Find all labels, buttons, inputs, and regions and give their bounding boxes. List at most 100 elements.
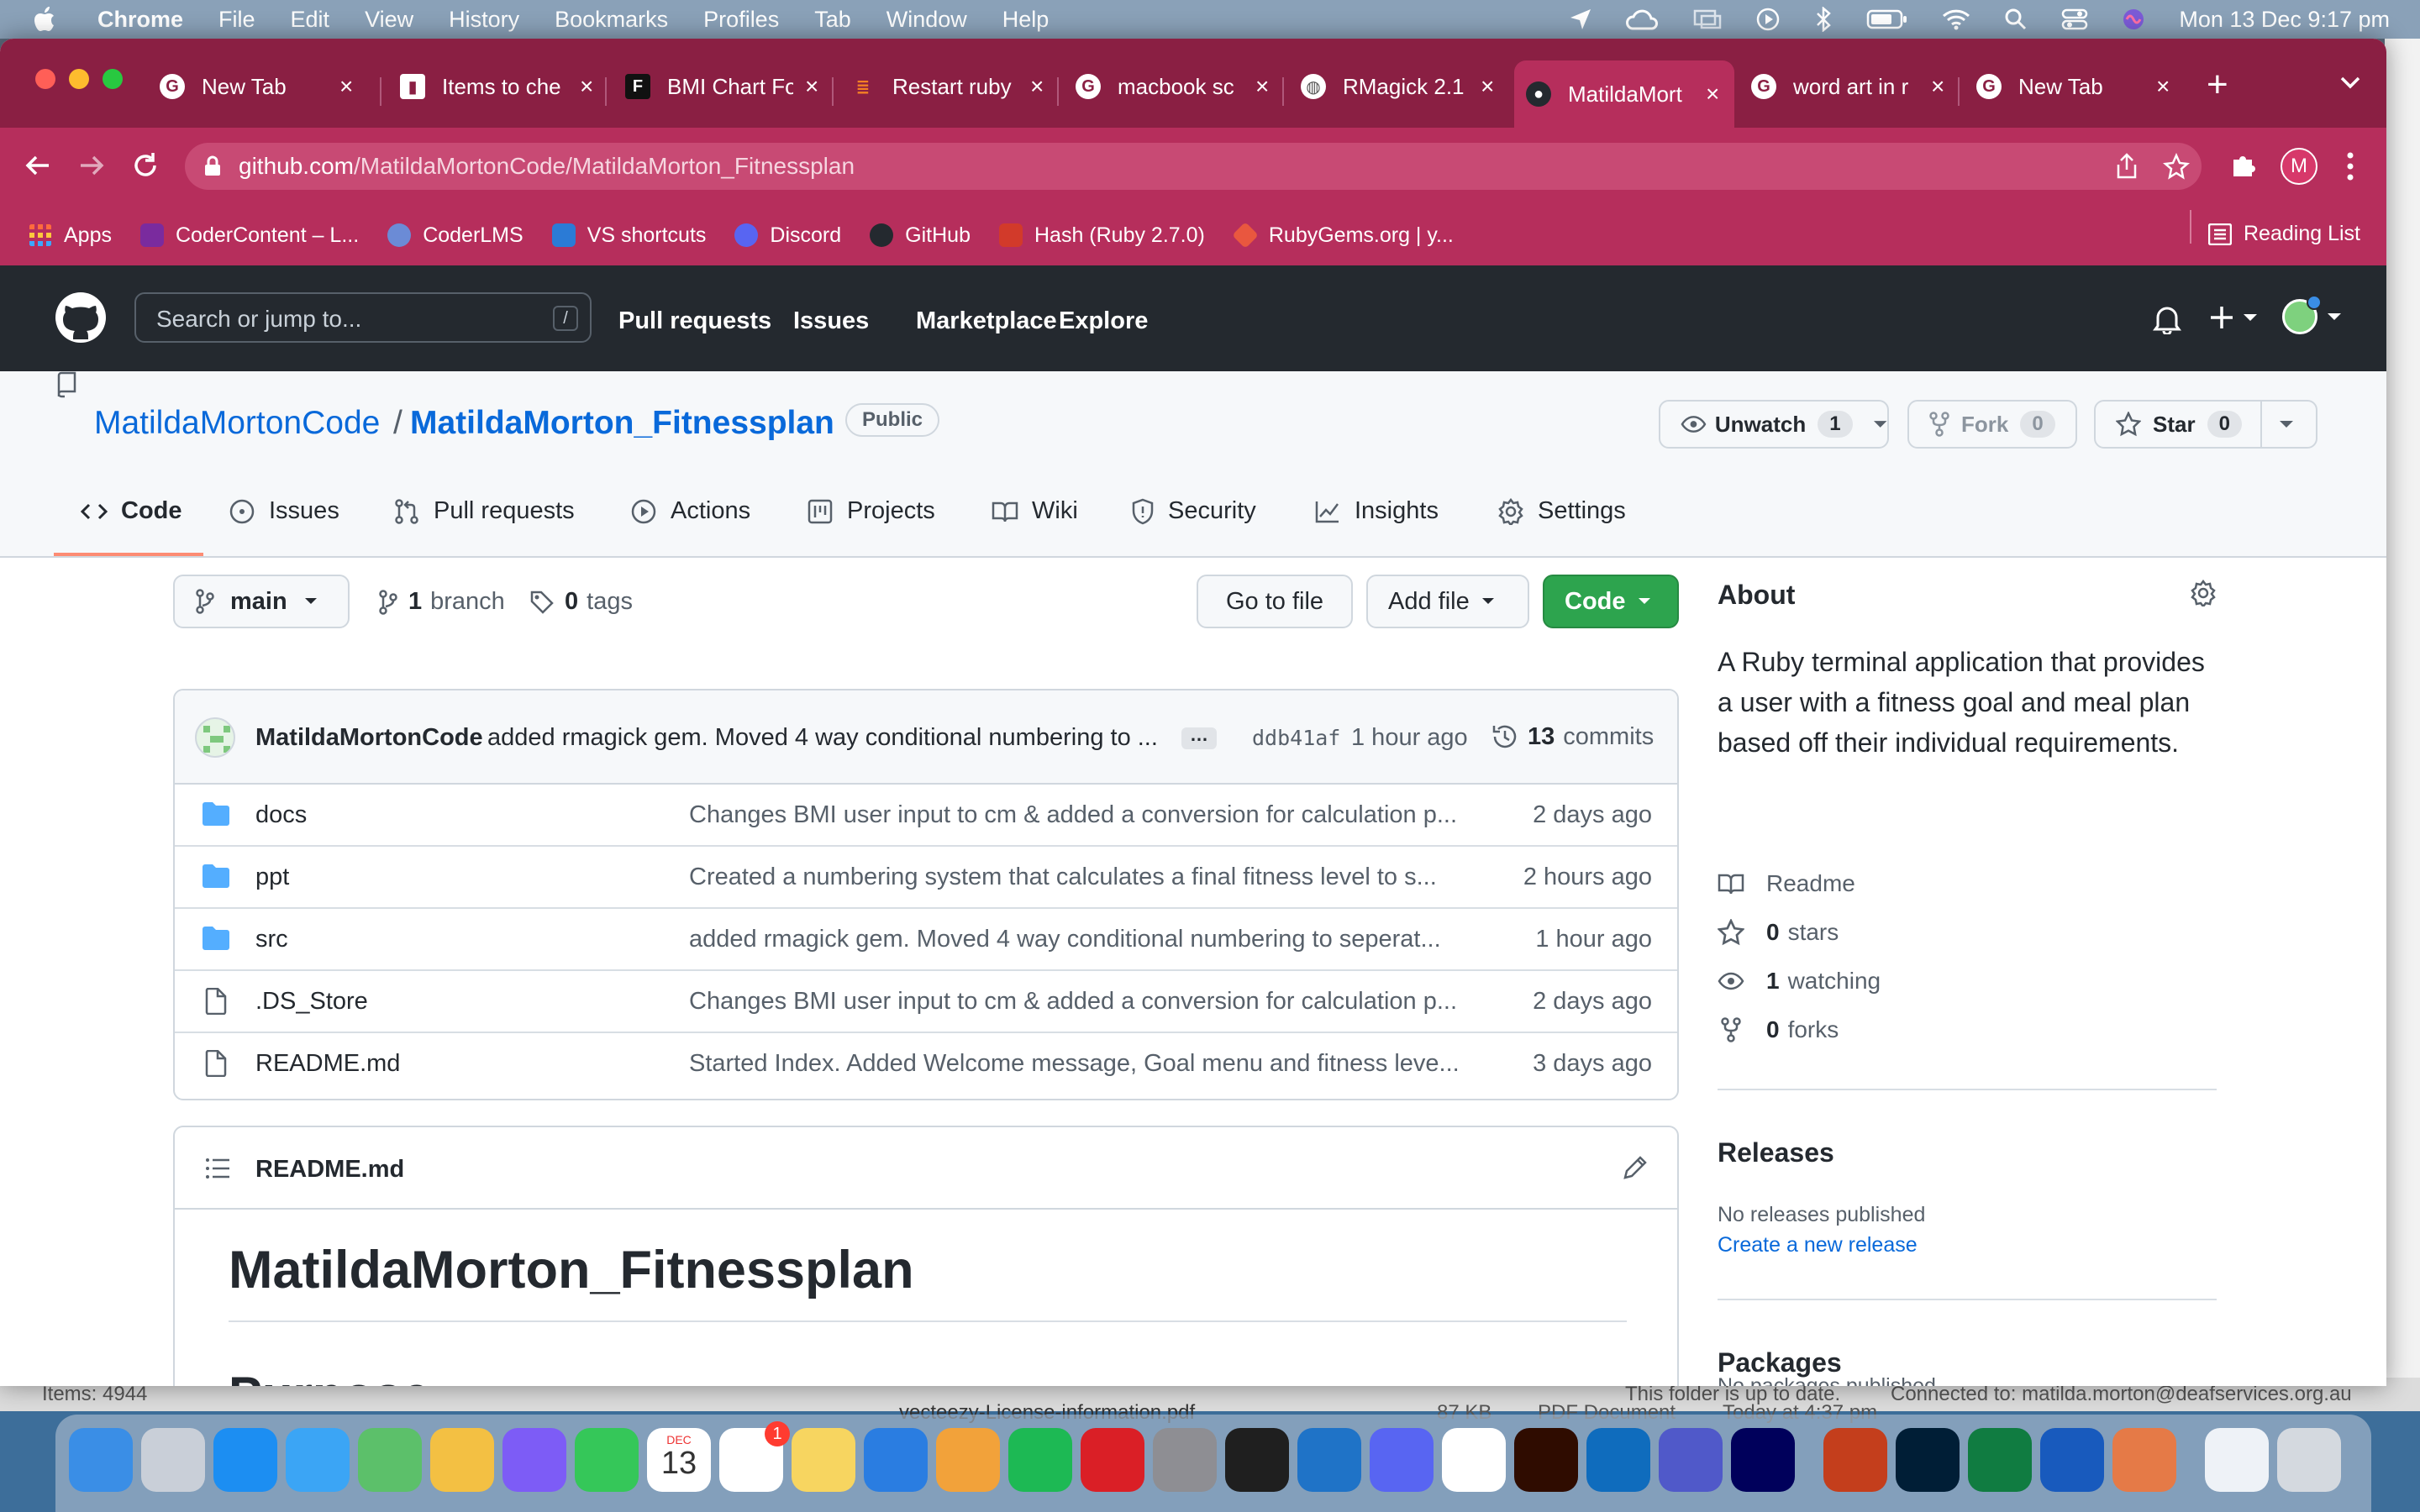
- watching-link[interactable]: 1 watching: [1718, 968, 1881, 995]
- dock-mail-icon[interactable]: [286, 1428, 350, 1492]
- tab-word-art[interactable]: G word art in r ×: [1751, 60, 1961, 113]
- tab-bmi-chart[interactable]: F BMI Chart Fo ×: [625, 60, 835, 113]
- menu-app-chrome[interactable]: Chrome: [97, 7, 183, 33]
- menu-view[interactable]: View: [365, 7, 413, 33]
- dock-package-icon[interactable]: [2112, 1428, 2176, 1492]
- battery-icon[interactable]: [1866, 8, 1908, 30]
- releases-heading[interactable]: Releases: [1718, 1137, 1834, 1168]
- menu-window[interactable]: Window: [886, 7, 967, 33]
- dock-discord-icon[interactable]: [1370, 1428, 1434, 1492]
- dock-safari-icon[interactable]: [213, 1428, 277, 1492]
- user-menu[interactable]: [2282, 295, 2343, 334]
- reload-icon[interactable]: [131, 151, 160, 180]
- nav-issues[interactable]: Issues: [793, 307, 869, 335]
- profile-avatar[interactable]: M: [2281, 148, 2317, 185]
- dock-word-icon[interactable]: [2040, 1428, 2104, 1492]
- bookmark-apps[interactable]: Apps: [29, 223, 112, 248]
- dock-maps-icon[interactable]: [358, 1428, 422, 1492]
- readme-link[interactable]: Readme: [1718, 870, 1855, 897]
- new-tab-plus-icon[interactable]: +: [2207, 64, 2228, 106]
- bookmark-discord[interactable]: Discord: [734, 223, 841, 248]
- file-row[interactable]: .DS_Store Changes BMI user input to cm &…: [175, 971, 1677, 1033]
- menu-history[interactable]: History: [449, 7, 519, 33]
- tab-macbook-screenshot[interactable]: G macbook sc ×: [1076, 60, 1286, 113]
- dock-reminders-icon[interactable]: 1: [719, 1421, 790, 1492]
- dock-documents-icon[interactable]: [2205, 1428, 2269, 1492]
- pencil-edit-icon[interactable]: [1622, 1154, 1649, 1181]
- code-button[interactable]: Code: [1543, 575, 1679, 628]
- tab-pull-requests[interactable]: Pull requests: [393, 497, 575, 525]
- dock-system-preferences-icon[interactable]: [1153, 1428, 1217, 1492]
- dock-chrome-icon[interactable]: [1442, 1428, 1506, 1492]
- extensions-puzzle-icon[interactable]: [2230, 151, 2257, 178]
- branch-selector[interactable]: main: [173, 575, 350, 628]
- dock-facetime-icon[interactable]: [575, 1428, 639, 1492]
- close-icon[interactable]: ×: [1706, 81, 1719, 108]
- back-icon[interactable]: [24, 151, 52, 180]
- unwatch-button[interactable]: Unwatch 1: [1659, 400, 1889, 449]
- commit-sha[interactable]: ddb41af: [1252, 726, 1340, 750]
- dock-finder-icon[interactable]: [69, 1428, 133, 1492]
- dock-photoshop-icon[interactable]: [1896, 1428, 1960, 1492]
- create-new-dropdown[interactable]: [2208, 304, 2259, 331]
- close-icon[interactable]: ×: [1030, 73, 1044, 100]
- dock-excel-icon[interactable]: [1968, 1428, 2032, 1492]
- tab-new-tab-2[interactable]: G New Tab ×: [1976, 60, 2186, 113]
- close-icon[interactable]: ×: [2156, 73, 2170, 100]
- tab-code[interactable]: Code: [81, 497, 182, 525]
- dock-spotify-icon[interactable]: [1008, 1428, 1072, 1492]
- dock-terminal-icon[interactable]: [1225, 1428, 1289, 1492]
- zoom-window-button[interactable]: [103, 69, 123, 89]
- close-icon[interactable]: ×: [580, 73, 593, 100]
- tab-rmagick[interactable]: ◍ RMagick 2.1 ×: [1301, 60, 1512, 113]
- dock-calendar-icon[interactable]: DEC 13: [647, 1428, 711, 1492]
- dock-teams-icon[interactable]: [1659, 1428, 1723, 1492]
- file-name[interactable]: src: [255, 926, 288, 953]
- tab-insights[interactable]: Insights: [1314, 497, 1439, 525]
- tab-new-tab[interactable]: G New Tab ×: [160, 60, 378, 113]
- file-name[interactable]: README.md: [255, 1050, 400, 1078]
- gear-icon[interactable]: [2190, 580, 2217, 606]
- dock-vs-code-icon[interactable]: [1297, 1428, 1361, 1492]
- nav-explore[interactable]: Explore: [1059, 307, 1148, 335]
- more-menu-icon[interactable]: [2346, 151, 2354, 181]
- file-row[interactable]: src added rmagick gem. Moved 4 way condi…: [175, 909, 1677, 971]
- close-window-button[interactable]: [35, 69, 55, 89]
- file-commit-message[interactable]: Created a numbering system that calculat…: [689, 864, 1470, 891]
- forward-icon[interactable]: [77, 151, 106, 180]
- tab-security[interactable]: Security: [1131, 497, 1256, 525]
- creative-cloud-icon[interactable]: [1626, 7, 1660, 32]
- apple-icon[interactable]: [34, 7, 67, 32]
- tab-projects[interactable]: Projects: [807, 497, 935, 525]
- dock-keynote-icon[interactable]: [864, 1428, 928, 1492]
- bookmark-codercontent[interactable]: CoderContent – L...: [139, 223, 359, 248]
- dock-notes-icon[interactable]: [792, 1428, 855, 1492]
- file-commit-message[interactable]: Changes BMI user input to cm & added a c…: [689, 801, 1470, 829]
- fork-button[interactable]: Fork 0: [1907, 400, 2077, 449]
- file-row[interactable]: ppt Created a numbering system that calc…: [175, 847, 1677, 909]
- close-icon[interactable]: ×: [1255, 73, 1269, 100]
- url-text[interactable]: github.com/MatildaMortonCode/MatildaMort…: [239, 153, 855, 180]
- dock-powerpoint-icon[interactable]: [1823, 1428, 1887, 1492]
- file-name[interactable]: ppt: [255, 864, 289, 891]
- tab-settings[interactable]: Settings: [1497, 497, 1626, 525]
- dock-messenger-icon[interactable]: [502, 1428, 566, 1492]
- bookmark-vs-shortcuts[interactable]: VS shortcuts: [551, 223, 706, 248]
- close-icon[interactable]: ×: [1931, 73, 1944, 100]
- close-icon[interactable]: ×: [1481, 73, 1494, 100]
- dock-animate-icon[interactable]: [1731, 1428, 1795, 1492]
- bookmark-rubygems[interactable]: RubyGems.org | y...: [1232, 222, 1454, 249]
- star-list-caret-icon[interactable]: [2279, 420, 2294, 428]
- nav-marketplace[interactable]: Marketplace: [916, 307, 1057, 335]
- stars-link[interactable]: 0 stars: [1718, 919, 1839, 946]
- bookmark-coderlms[interactable]: CoderLMS: [387, 223, 523, 248]
- branches-link[interactable]: 1 branch: [378, 588, 505, 616]
- add-file-button[interactable]: Add file: [1366, 575, 1529, 628]
- forks-link[interactable]: 0 forks: [1718, 1016, 1839, 1043]
- bookmark-hash-ruby[interactable]: Hash (Ruby 2.7.0): [998, 223, 1205, 248]
- list-unordered-icon[interactable]: [205, 1158, 230, 1179]
- tab-search-chevron-icon[interactable]: [2339, 76, 2361, 89]
- tab-issues[interactable]: Issues: [229, 497, 339, 525]
- lock-icon[interactable]: [203, 155, 222, 177]
- menu-help[interactable]: Help: [1002, 7, 1050, 33]
